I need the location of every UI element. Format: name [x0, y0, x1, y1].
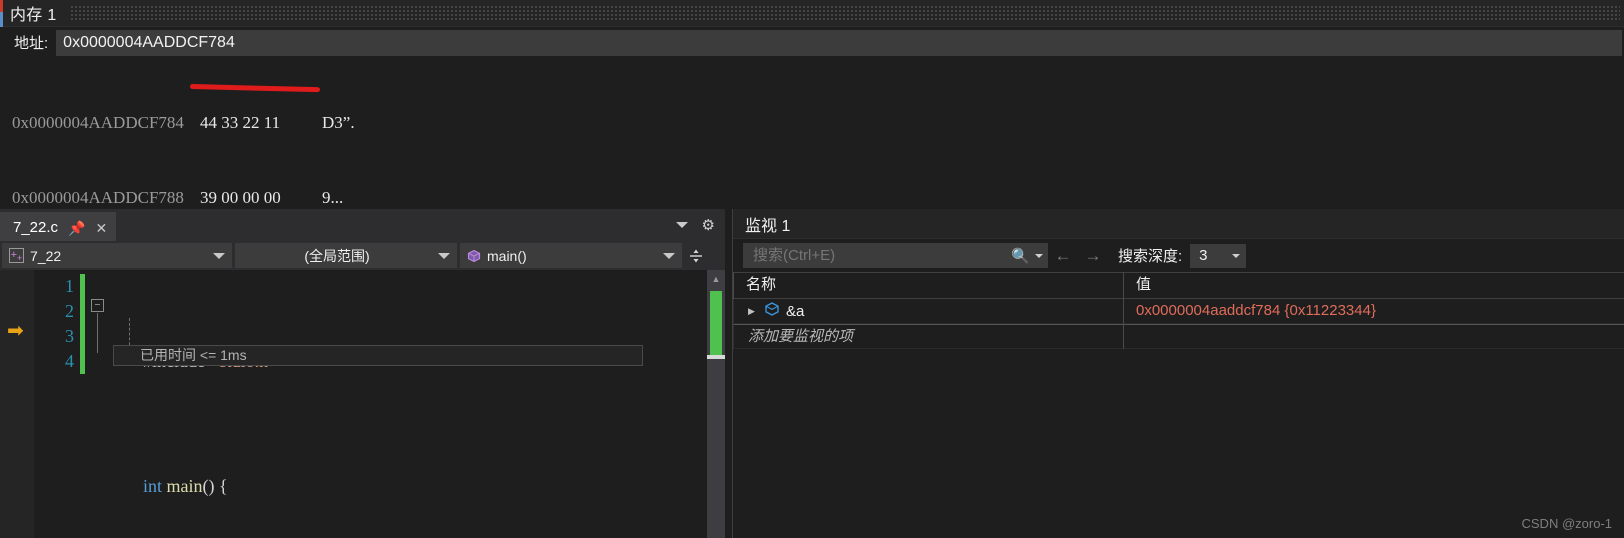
pin-icon[interactable]: 📌	[68, 221, 85, 235]
scrollbar-caret-marker	[707, 355, 725, 359]
cpp-project-icon: ++	[9, 248, 24, 264]
watch-expression-name: &a	[786, 302, 805, 320]
editor-tab-7_22-c[interactable]: 7_22.c 📌 ✕	[0, 212, 117, 241]
watch-window-title: 监视 1	[745, 217, 791, 235]
chevron-down-icon[interactable]	[663, 252, 675, 259]
line-number: 3	[65, 326, 74, 346]
add-watch-value-cell[interactable]	[1123, 323, 1624, 349]
table-row[interactable]: ▶ &a 0x0000004aaddcf784 {0x11223344}	[733, 298, 1624, 324]
execution-pointer-icon: ➡	[7, 320, 24, 342]
split-view-icon[interactable]	[685, 243, 707, 268]
watch-search-box[interactable]: 🔍	[743, 243, 1048, 268]
function-selector-label: main()	[487, 247, 527, 264]
tab-strip-right-controls: ⚙	[675, 209, 725, 241]
memory-row-hex: 44 33 22 11	[200, 113, 281, 132]
watch-grid-header: 名称 值	[733, 272, 1624, 299]
line-number: 2	[65, 301, 74, 321]
code-editor-pane: 7_22.c 📌 ✕ ⚙ ++ 7_22 (全局范围) main() ➡ 1 2…	[0, 209, 725, 538]
pointer-cube-icon	[764, 301, 780, 322]
chevron-down-icon[interactable]	[675, 222, 688, 228]
chevron-down-icon[interactable]	[1035, 253, 1043, 258]
editor-tab-label: 7_22.c	[13, 219, 59, 236]
search-depth-label: 搜索深度:	[1118, 248, 1183, 265]
watch-window-titlebar: 监视 1	[733, 209, 1624, 239]
line-number: 4	[65, 351, 74, 371]
memory-window: 内存 1 地址: 0x0000004AADDCF784 44 33 22 11 …	[0, 0, 1624, 507]
chevron-down-icon[interactable]	[213, 252, 225, 259]
project-selector-combo[interactable]: ++ 7_22	[2, 243, 232, 268]
search-depth-combo[interactable]: 3	[1190, 243, 1247, 268]
memory-tab-accent-bar	[0, 0, 3, 27]
editor-glyph-margin[interactable]: ➡	[0, 270, 34, 538]
memory-window-titlebar: 内存 1	[0, 0, 1624, 27]
watch-add-item-row[interactable]: 添加要监视的项	[733, 323, 1624, 349]
memory-row-hex: 39 00 00 00	[200, 188, 281, 207]
method-cube-icon	[467, 249, 481, 263]
watch-row-value-cell[interactable]: 0x0000004aaddcf784 {0x11223344}	[1123, 298, 1624, 324]
memory-row-ascii: D3”.	[322, 113, 355, 132]
scope-selector-label: (全局范围)	[304, 247, 370, 264]
scope-selector-combo[interactable]: (全局范围)	[235, 243, 457, 268]
editor-navigation-bar: ++ 7_22 (全局范围) main()	[0, 241, 725, 270]
memory-address-input[interactable]	[56, 29, 1622, 56]
fold-guide-line	[97, 313, 98, 353]
watch-column-name[interactable]: 名称	[733, 272, 1123, 299]
scrollbar-thumb[interactable]	[710, 291, 722, 357]
int-keyword: int	[143, 476, 163, 496]
code-text-area[interactable]: ➡ 1 2 3 4 #include <stdio.h> int main() …	[0, 270, 725, 538]
watch-row-name-cell[interactable]: ▶ &a	[733, 298, 1123, 324]
source-code-text[interactable]: #include <stdio.h> int main() { int a = …	[85, 270, 725, 538]
lower-docked-panes: 7_22.c 📌 ✕ ⚙ ++ 7_22 (全局范围) main() ➡ 1 2…	[0, 209, 1624, 538]
search-depth-value: 3	[1199, 247, 1208, 264]
add-watch-placeholder[interactable]: 添加要监视的项	[733, 323, 1123, 349]
expand-triangle-icon[interactable]: ▶	[748, 306, 758, 317]
scroll-up-icon[interactable]: ▲	[707, 270, 725, 287]
pane-splitter[interactable]	[725, 209, 732, 538]
close-icon[interactable]: ✕	[95, 221, 107, 235]
memory-drag-handle[interactable]	[70, 6, 1620, 20]
editor-tab-strip: 7_22.c 📌 ✕ ⚙	[0, 209, 725, 241]
line-number: 1	[65, 276, 74, 296]
editor-vertical-scrollbar[interactable]: ▲	[707, 270, 725, 538]
memory-row: 0x0000004AADDCF788 39 00 00 00 9...	[0, 185, 1624, 210]
gear-icon[interactable]: ⚙	[702, 218, 715, 233]
memory-window-title: 内存 1	[10, 7, 57, 24]
project-selector-label: 7_22	[30, 247, 62, 264]
memory-row-address: 0x0000004AADDCF784	[12, 113, 184, 132]
memory-row-ascii: 9...	[322, 188, 344, 207]
watch-window: 监视 1 🔍 ← → 搜索深度: 3 名称 值	[732, 209, 1624, 538]
memory-row: 0x0000004AADDCF784 44 33 22 11 D3”.	[0, 110, 1624, 135]
main-function-name: main	[162, 476, 203, 496]
elapsed-time-tooltip: 已用时间 <= 1ms	[113, 345, 643, 366]
watch-grid: 名称 值 ▶ &a 0x0000004aaddcf784 {0x11223344…	[733, 272, 1624, 349]
arrow-left-icon[interactable]: ←	[1048, 246, 1078, 266]
chevron-down-icon[interactable]	[438, 252, 450, 259]
chevron-down-icon[interactable]	[1232, 253, 1241, 258]
memory-row-address: 0x0000004AADDCF788	[12, 188, 184, 207]
line2-punctuation: () {	[202, 476, 228, 496]
visual-studio-debug-window: 内存 1 地址: 0x0000004AADDCF784 44 33 22 11 …	[0, 0, 1624, 538]
search-icon[interactable]: 🔍	[1011, 247, 1030, 265]
editor-line-numbers: 1 2 3 4	[34, 270, 80, 538]
memory-address-label: 地址:	[14, 35, 49, 52]
memory-address-bar: 地址:	[0, 27, 1624, 58]
arrow-right-icon[interactable]: →	[1078, 246, 1108, 266]
watch-column-value[interactable]: 值	[1123, 272, 1624, 299]
search-input[interactable]	[751, 246, 1012, 265]
watermark-text: CSDN @zoro-1	[1521, 516, 1613, 531]
collapse-region-icon[interactable]: −	[91, 299, 104, 312]
code-line-2: int main() {	[89, 449, 725, 524]
function-selector-combo[interactable]: main()	[460, 243, 682, 268]
watch-toolbar: 🔍 ← → 搜索深度: 3	[733, 239, 1624, 272]
